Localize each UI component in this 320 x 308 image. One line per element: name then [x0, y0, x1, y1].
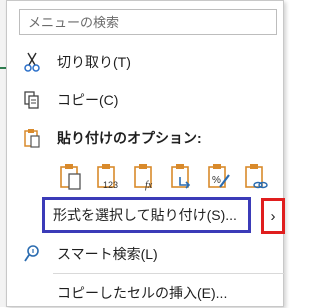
paste-link-icon[interactable]	[240, 161, 271, 193]
menu-search-input[interactable]	[28, 14, 276, 30]
paste-special-label: 形式を選択して貼り付け(S)...	[53, 207, 237, 223]
paste-values-text: 123	[103, 180, 118, 190]
paste-values-icon[interactable]: 123	[92, 161, 123, 193]
paste-icon[interactable]	[55, 161, 86, 193]
svg-text:%: %	[212, 175, 221, 186]
smart-lookup-label: スマート検索(L)	[57, 246, 158, 262]
copy-label: コピー(C)	[57, 92, 119, 108]
paste-special-submenu-button[interactable]: ›	[261, 198, 285, 234]
insert-copied-cells-label: コピーしたセルの挿入(E)...	[57, 285, 228, 301]
scissors-icon	[21, 51, 43, 73]
blank-icon-slot	[21, 282, 43, 304]
paste-options-label: 貼り付けのオプション:	[57, 130, 202, 146]
paste-formatting-icon[interactable]: %	[203, 161, 234, 193]
context-menu: 切り取り(T) コピー(C) 貼り付けのオプション:	[6, 0, 285, 308]
menu-search-box[interactable]	[19, 9, 277, 35]
copy-menu-item[interactable]: コピー(C)	[13, 85, 275, 115]
paste-transpose-icon[interactable]	[166, 161, 197, 193]
paste-special-menu-item[interactable]: 形式を選択して貼り付け(S)...	[42, 197, 251, 233]
paste-options-heading: 貼り付けのオプション:	[13, 123, 275, 153]
cut-label: 切り取り(T)	[57, 54, 131, 70]
copy-icon	[21, 89, 43, 111]
menu-separator	[53, 273, 285, 274]
chevron-right-icon: ›	[270, 207, 276, 225]
clipboard-icon	[21, 127, 43, 149]
smart-lookup-icon	[21, 243, 43, 265]
insert-copied-cells-menu-item[interactable]: コピーしたセルの挿入(E)...	[13, 278, 275, 308]
cut-menu-item[interactable]: 切り取り(T)	[13, 47, 275, 77]
paste-options-row: 123 fx %	[55, 160, 271, 194]
smart-lookup-menu-item[interactable]: スマート検索(L)	[13, 239, 275, 269]
paste-formulas-text: fx	[145, 180, 153, 191]
paste-formulas-icon[interactable]: fx	[129, 161, 160, 193]
